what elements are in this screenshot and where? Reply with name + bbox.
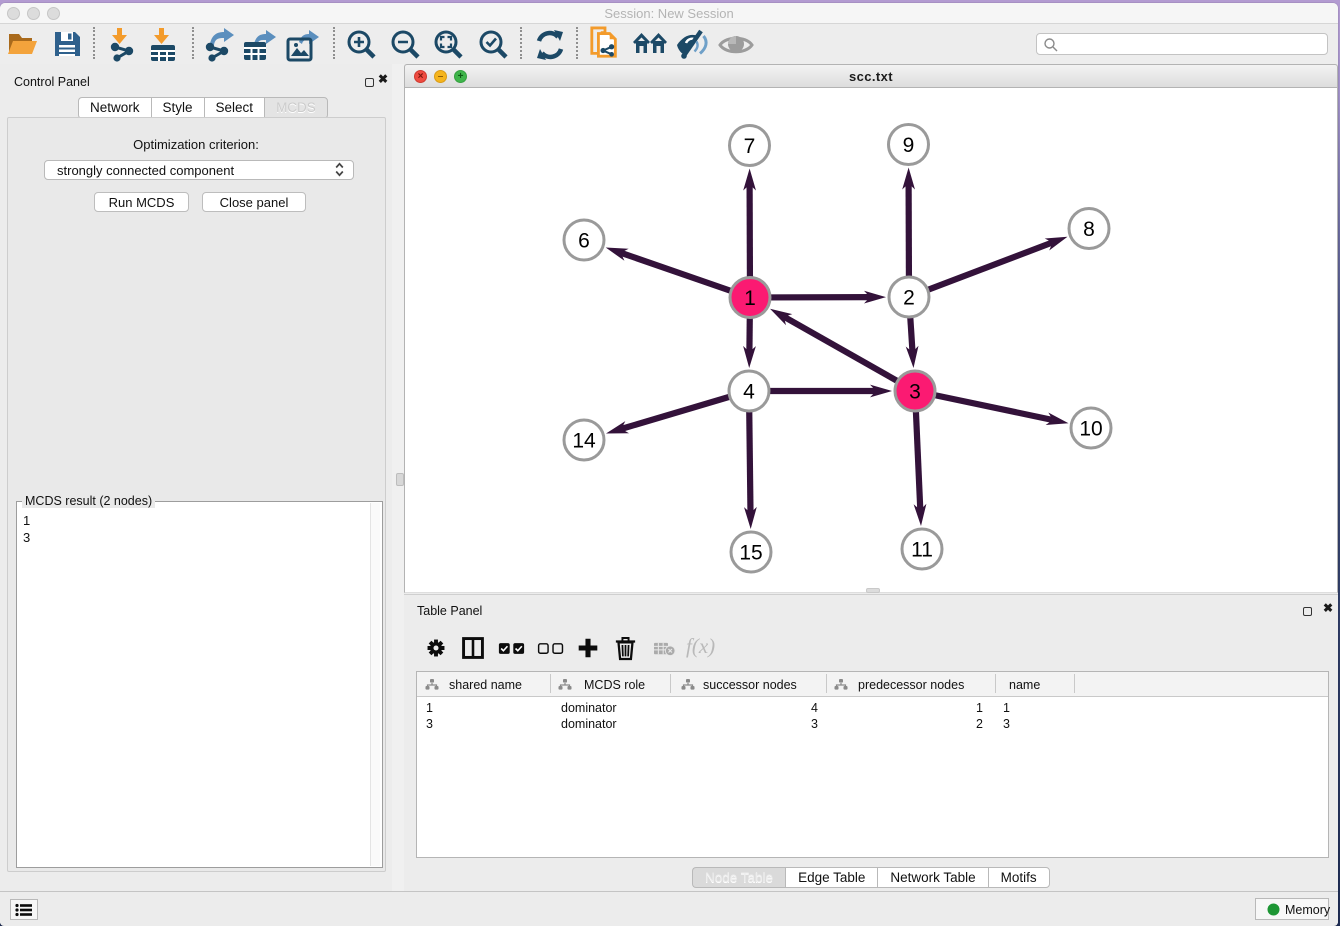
svg-text:1: 1: [744, 287, 756, 310]
svg-text:15: 15: [739, 542, 762, 565]
svg-text:6: 6: [578, 230, 590, 253]
svg-text:7: 7: [744, 135, 756, 158]
svg-text:10: 10: [1079, 418, 1102, 441]
svg-text:8: 8: [1083, 218, 1095, 241]
svg-text:4: 4: [743, 381, 755, 404]
svg-text:14: 14: [572, 430, 596, 453]
svg-text:2: 2: [903, 287, 915, 310]
svg-text:11: 11: [911, 539, 933, 562]
svg-text:3: 3: [909, 381, 921, 404]
svg-text:9: 9: [903, 134, 915, 157]
